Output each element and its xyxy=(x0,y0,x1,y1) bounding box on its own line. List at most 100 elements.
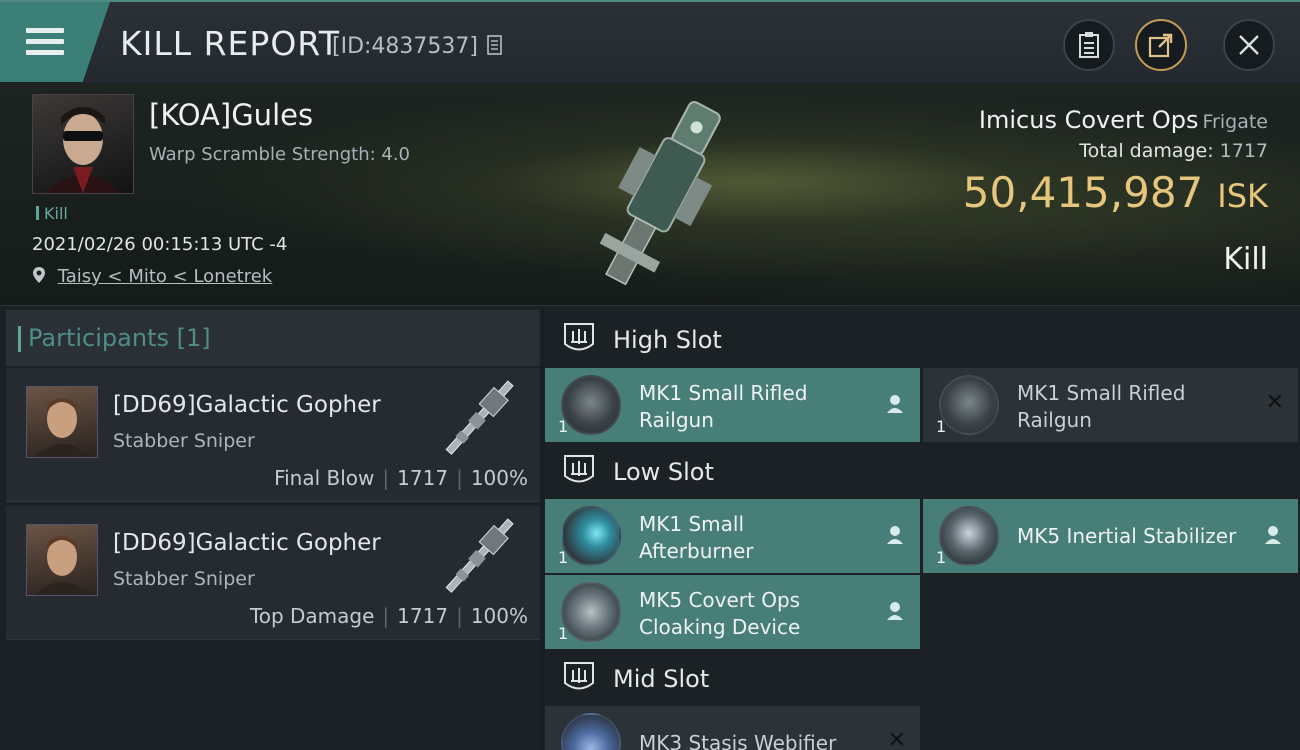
menu-button[interactable] xyxy=(0,2,110,84)
participant-card[interactable]: [DD69]Galactic Gopher Stabber Sniper Top… xyxy=(6,506,540,640)
module-quantity: 1 xyxy=(558,417,569,436)
slot-shield-icon xyxy=(564,662,594,690)
avatar xyxy=(26,524,98,596)
low-slot-header: Low Slot xyxy=(545,442,1300,502)
module-card[interactable]: 1 MK5 Inertial Stabilizer xyxy=(923,499,1298,573)
module-card[interactable]: MK3 Stasis Webifier ✕ xyxy=(545,706,920,750)
slot-shield-icon xyxy=(564,323,594,351)
module-name-line2: Railgun xyxy=(1017,408,1092,432)
clipboard-button[interactable] xyxy=(1063,19,1115,71)
avatar xyxy=(26,386,98,458)
close-icon xyxy=(1239,35,1259,55)
participant-percent: 100% xyxy=(470,466,528,490)
close-button[interactable] xyxy=(1223,19,1275,71)
victim-name: [KOA]Gules xyxy=(149,98,314,132)
participant-damage: 1717 xyxy=(397,466,449,490)
module-name-line1: MK1 Small xyxy=(639,512,744,536)
module-name: MK1 Small Rifled Railgun xyxy=(1017,380,1247,434)
hamburger-menu-icon xyxy=(26,28,64,56)
railgun-weapon-icon xyxy=(445,380,514,455)
participant-stats: Top Damage | 1717 | 100% xyxy=(249,604,528,628)
pilot-icon xyxy=(887,526,903,544)
warp-scramble-strength: Warp Scramble Strength: 4.0 xyxy=(149,144,411,165)
module-name-line2: Afterburner xyxy=(639,539,754,563)
module-quantity: 1 xyxy=(558,548,569,567)
cloaking-device-module-icon xyxy=(561,582,621,642)
participant-role: Final Blow xyxy=(274,466,375,490)
total-damage-label: Total damage: xyxy=(1079,140,1214,162)
module-name-line1: MK3 Stasis Webifier xyxy=(639,731,837,750)
module-name: MK1 Small Afterburner xyxy=(639,511,869,565)
pilot-icon xyxy=(1265,526,1281,544)
mid-slot-header: Mid Slot xyxy=(545,649,1300,709)
copy-icon[interactable] xyxy=(487,35,505,57)
participant-card[interactable]: [DD69]Galactic Gopher Stabber Sniper Fin… xyxy=(6,368,540,502)
participant-role: Top Damage xyxy=(249,604,375,628)
participant-ship: Stabber Sniper xyxy=(113,568,255,590)
ship-class: Frigate xyxy=(1202,111,1268,133)
participant-damage: 1717 xyxy=(397,604,449,628)
module-name-line1: MK1 Small Rifled xyxy=(639,381,808,405)
clipboard-icon xyxy=(1079,32,1099,58)
module-name-line1: MK5 Inertial Stabilizer xyxy=(1017,524,1237,548)
module-card[interactable]: 1 MK1 Small Rifled Railgun ✕ xyxy=(923,368,1298,442)
module-name-line2: Cloaking Device xyxy=(639,615,801,639)
railgun-module-icon xyxy=(561,375,621,435)
destroyed-x-icon: ✕ xyxy=(1265,390,1284,415)
participants-label: Participants [1] xyxy=(18,324,211,352)
module-name: MK3 Stasis Webifier xyxy=(639,730,869,750)
report-result: Kill xyxy=(1223,242,1268,277)
participant-portrait xyxy=(35,398,89,457)
low-slot-label: Low Slot xyxy=(613,458,714,486)
module-name: MK1 Small Rifled Railgun xyxy=(639,380,869,434)
share-icon xyxy=(1148,33,1173,58)
module-quantity: 1 xyxy=(558,624,569,643)
kill-tag: Kill xyxy=(36,204,68,223)
module-card[interactable]: 1 MK1 Small Afterburner xyxy=(545,499,920,573)
module-name-line2: Railgun xyxy=(639,408,714,432)
header-bar: KILL REPORT [ID:4837537] xyxy=(0,0,1300,84)
module-quantity: 1 xyxy=(936,548,947,567)
module-name: MK5 Inertial Stabilizer xyxy=(1017,523,1247,550)
victim-panel: [KOA]Gules Warp Scramble Strength: 4.0 K… xyxy=(0,82,1300,306)
ship-type: Imicus Covert Ops xyxy=(978,106,1199,134)
module-card[interactable]: 1 MK5 Covert Ops Cloaking Device xyxy=(545,575,920,649)
location-row: Taisy < Mito < Lonetrek xyxy=(32,266,272,287)
mid-slot-label: Mid Slot xyxy=(613,665,710,693)
slot-shield-icon xyxy=(564,455,594,483)
module-quantity: 1 xyxy=(936,417,947,436)
ship-image xyxy=(599,101,721,286)
victim-portrait[interactable] xyxy=(32,94,134,194)
module-name-line1: MK5 Covert Ops xyxy=(639,588,801,612)
kill-timestamp: 2021/02/26 00:15:13 UTC -4 xyxy=(32,234,288,255)
afterburner-module-icon xyxy=(561,506,621,566)
high-slot-header: High Slot xyxy=(545,310,1300,370)
isk-value-row: 50,415,987 ISK xyxy=(963,168,1268,217)
participant-name: [DD69]Galactic Gopher xyxy=(113,530,381,556)
participant-name: [DD69]Galactic Gopher xyxy=(113,392,381,418)
location-link[interactable]: Taisy < Mito < Lonetrek xyxy=(58,266,273,287)
report-id: [ID:4837537] xyxy=(332,34,478,59)
railgun-module-icon xyxy=(939,375,999,435)
module-name-line1: MK1 Small Rifled xyxy=(1017,381,1186,405)
participants-header: Participants [1] xyxy=(6,310,540,366)
railgun-weapon-icon xyxy=(445,518,514,593)
total-damage-value: 1717 xyxy=(1219,140,1268,162)
page-title: KILL REPORT xyxy=(120,24,340,63)
share-button[interactable] xyxy=(1135,19,1187,71)
inertial-stabilizer-module-icon xyxy=(939,506,999,566)
destroyed-x-icon: ✕ xyxy=(887,728,906,750)
participant-ship: Stabber Sniper xyxy=(113,430,255,452)
participant-percent: 100% xyxy=(470,604,528,628)
module-name: MK5 Covert Ops Cloaking Device xyxy=(639,587,869,641)
participant-stats: Final Blow | 1717 | 100% xyxy=(274,466,528,490)
location-pin-icon xyxy=(33,267,45,283)
pilot-icon xyxy=(887,395,903,413)
total-damage: Total damage: 1717 xyxy=(1079,140,1268,162)
isk-value: 50,415,987 xyxy=(962,168,1204,217)
module-card[interactable]: 1 MK1 Small Rifled Railgun xyxy=(545,368,920,442)
high-slot-label: High Slot xyxy=(613,326,722,354)
ship-name: Imicus Covert Ops Frigate xyxy=(979,106,1268,134)
stasis-webifier-module-icon xyxy=(561,713,621,750)
character-portrait-image xyxy=(45,107,121,193)
